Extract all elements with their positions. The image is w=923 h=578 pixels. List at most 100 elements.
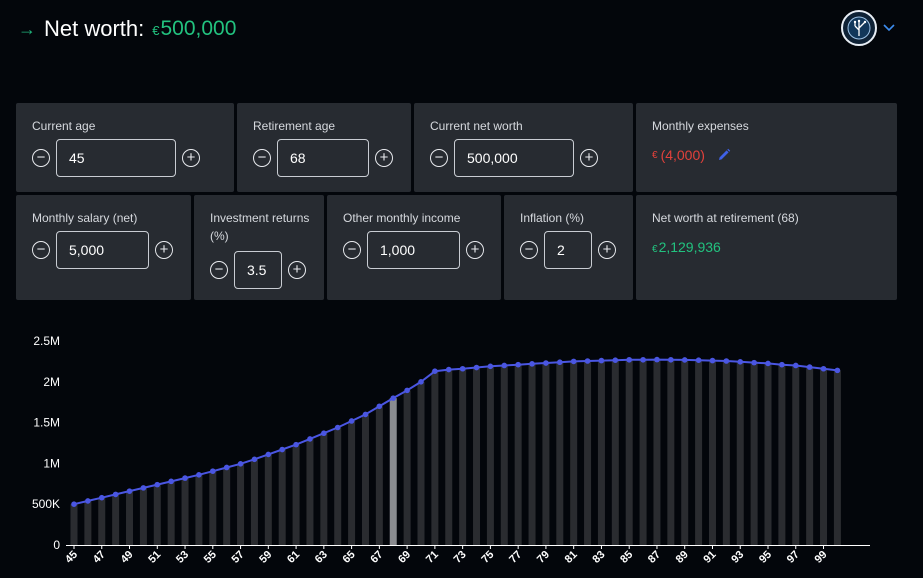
arrow-right-icon[interactable]: → bbox=[18, 20, 36, 38]
data-point bbox=[626, 356, 632, 363]
data-point bbox=[362, 411, 369, 418]
bar bbox=[431, 371, 439, 545]
other-income-label: Other monthly income bbox=[343, 211, 461, 225]
chevron-down-icon[interactable] bbox=[883, 24, 895, 32]
bar bbox=[306, 438, 314, 545]
bar bbox=[375, 406, 383, 545]
data-point bbox=[557, 359, 563, 366]
data-point bbox=[307, 436, 313, 442]
x-tick-label: 69 bbox=[396, 549, 413, 566]
bar bbox=[195, 474, 203, 545]
y-tick-label: 500K bbox=[32, 497, 60, 511]
bar bbox=[639, 359, 647, 545]
x-tick-label: 83 bbox=[590, 549, 607, 566]
increment-icon[interactable]: + bbox=[155, 241, 173, 259]
monthly-expenses-label: Monthly expenses bbox=[652, 119, 749, 133]
bar bbox=[250, 459, 258, 545]
bar bbox=[556, 362, 564, 545]
bar bbox=[681, 359, 689, 545]
pencil-icon[interactable] bbox=[717, 148, 731, 162]
current-age-label: Current age bbox=[32, 119, 96, 133]
data-point bbox=[751, 359, 757, 366]
x-tick-label: 89 bbox=[674, 549, 691, 566]
increment-icon[interactable]: + bbox=[375, 149, 393, 167]
increment-icon[interactable]: + bbox=[288, 261, 306, 279]
bar bbox=[209, 471, 217, 545]
retirement-bar bbox=[389, 398, 397, 545]
data-point bbox=[570, 358, 577, 365]
monthly-salary-stepper: − 5,000 + bbox=[32, 231, 173, 269]
data-point bbox=[709, 357, 716, 364]
monthly-salary-label: Monthly salary (net) bbox=[32, 211, 138, 225]
inflation-stepper: − 2 + bbox=[520, 231, 616, 269]
page-title: Net worth: bbox=[44, 16, 145, 41]
avatar[interactable] bbox=[841, 10, 877, 46]
bar bbox=[264, 454, 272, 545]
x-tick-label: 75 bbox=[479, 549, 496, 566]
bar bbox=[695, 360, 703, 545]
currency-symbol: € bbox=[152, 23, 160, 38]
current-age-input[interactable]: 45 bbox=[56, 139, 176, 177]
net-worth-retirement-panel: Net worth at retirement (68) € 2,129,936 bbox=[636, 195, 897, 300]
increment-icon[interactable]: + bbox=[466, 241, 484, 259]
decrement-icon[interactable]: − bbox=[520, 241, 538, 259]
monthly-expenses-amount: (4,000) bbox=[660, 147, 705, 163]
data-point bbox=[404, 387, 410, 394]
current-net-worth-label: Current net worth bbox=[430, 119, 523, 133]
monthly-expenses-panel: Monthly expenses € (4,000) bbox=[636, 103, 897, 192]
bar bbox=[722, 360, 730, 545]
bar bbox=[611, 360, 619, 545]
retirement-age-input[interactable]: 68 bbox=[277, 139, 369, 177]
bar bbox=[667, 359, 675, 545]
bar bbox=[126, 491, 134, 545]
bar bbox=[653, 359, 661, 545]
increment-icon[interactable]: + bbox=[182, 149, 200, 167]
investment-returns-input[interactable]: 3.5 bbox=[234, 251, 282, 289]
data-point bbox=[681, 357, 688, 363]
net-worth-retirement-value: € 2,129,936 bbox=[652, 239, 721, 255]
decrement-icon[interactable]: − bbox=[32, 149, 50, 167]
x-tick-label: 63 bbox=[313, 549, 330, 566]
x-tick-label: 59 bbox=[257, 549, 274, 566]
bar bbox=[584, 360, 592, 545]
bar bbox=[167, 481, 175, 545]
x-tick-label: 45 bbox=[63, 549, 80, 566]
data-point bbox=[182, 475, 188, 481]
investment-returns-label: Investment returns (%) bbox=[210, 211, 310, 243]
x-tick-label: 61 bbox=[285, 549, 302, 566]
net-worth-retirement-amount: 2,129,936 bbox=[658, 239, 721, 255]
bar bbox=[625, 359, 633, 545]
data-point bbox=[723, 358, 730, 364]
x-tick-label: 77 bbox=[507, 549, 524, 566]
bar bbox=[792, 365, 800, 545]
account-menu[interactable] bbox=[841, 10, 895, 46]
decrement-icon[interactable]: − bbox=[343, 241, 361, 259]
data-point bbox=[321, 430, 327, 437]
inflation-input[interactable]: 2 bbox=[544, 231, 592, 269]
x-tick-label: 93 bbox=[729, 549, 746, 566]
current-net-worth-input[interactable]: 500,000 bbox=[454, 139, 574, 177]
other-income-stepper: − 1,000 + bbox=[343, 231, 484, 269]
decrement-icon[interactable]: − bbox=[210, 261, 228, 279]
data-point bbox=[598, 357, 605, 364]
decrement-icon[interactable]: − bbox=[430, 149, 448, 167]
bar bbox=[708, 360, 716, 545]
data-point bbox=[432, 368, 438, 374]
other-income-input[interactable]: 1,000 bbox=[367, 231, 460, 269]
bar bbox=[820, 368, 828, 545]
x-tick-label: 71 bbox=[424, 549, 441, 566]
bar bbox=[750, 362, 758, 545]
data-point bbox=[640, 356, 646, 363]
increment-icon[interactable]: + bbox=[598, 241, 616, 259]
bar bbox=[292, 444, 300, 545]
monthly-salary-input[interactable]: 5,000 bbox=[56, 231, 149, 269]
data-point bbox=[348, 418, 355, 424]
net-worth-value: 500,000 bbox=[160, 17, 237, 40]
other-income-panel: Other monthly income − 1,000 + bbox=[327, 195, 501, 300]
decrement-icon[interactable]: − bbox=[32, 241, 50, 259]
data-point bbox=[85, 498, 91, 504]
x-tick-label: 57 bbox=[230, 549, 247, 566]
data-point bbox=[196, 472, 202, 478]
increment-icon[interactable]: + bbox=[580, 149, 598, 167]
decrement-icon[interactable]: − bbox=[253, 149, 271, 167]
